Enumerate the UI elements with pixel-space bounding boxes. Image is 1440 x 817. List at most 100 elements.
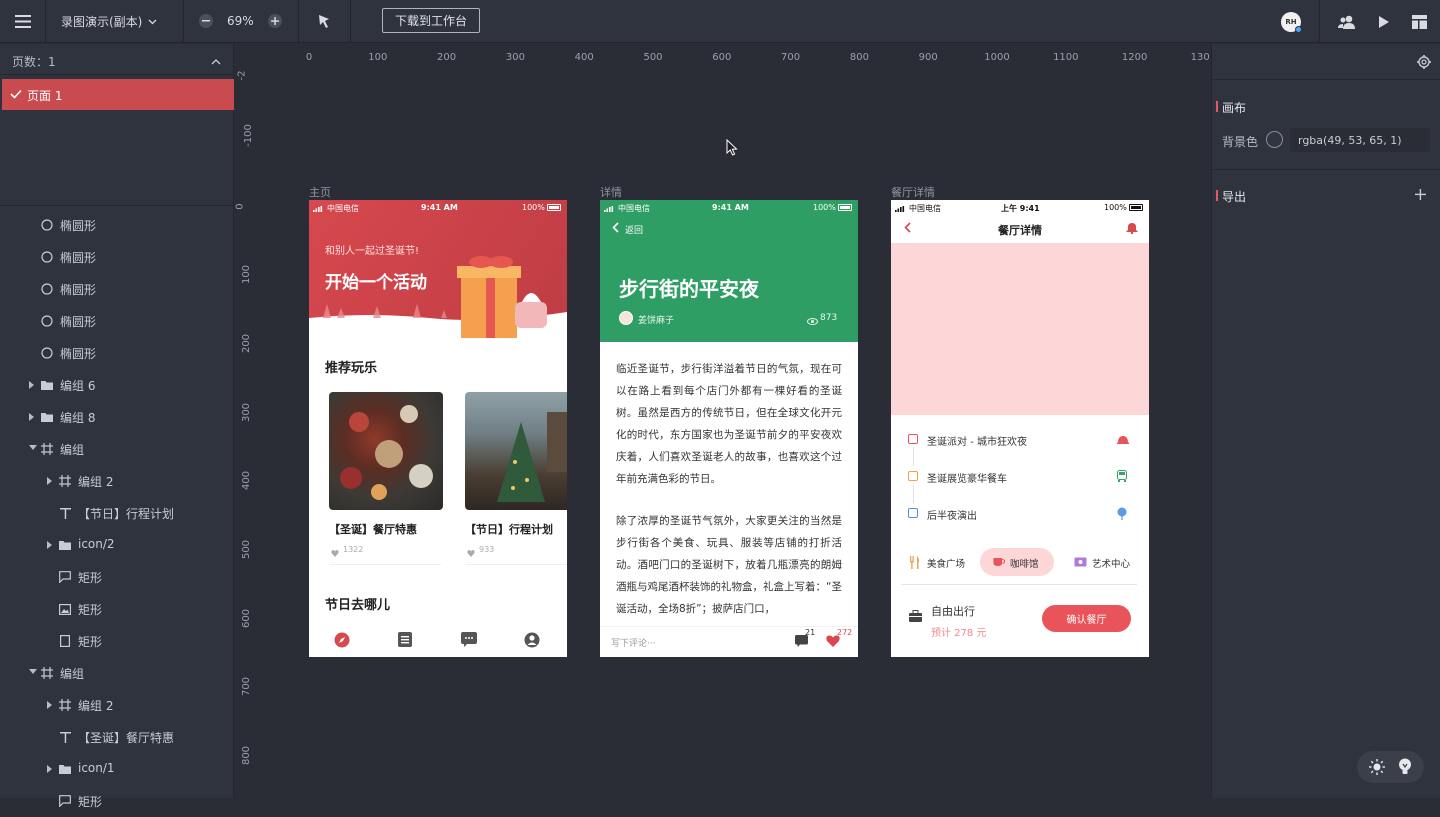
event-list-item[interactable]: 圣诞展览豪华餐车 xyxy=(891,467,1149,503)
sun-theme-icon[interactable] xyxy=(1369,759,1385,778)
user-avatar[interactable]: RH xyxy=(1281,12,1302,33)
layer-item[interactable]: 椭圆形 xyxy=(0,241,234,273)
play-preview-icon[interactable] xyxy=(1374,12,1394,32)
layer-item[interactable]: 编组 6 xyxy=(0,369,234,401)
layer-item[interactable]: 椭圆形 xyxy=(0,209,234,241)
venue-tab[interactable]: 美食广场 xyxy=(909,548,967,576)
ruler-tick-y: 300 xyxy=(241,402,253,423)
avatar-initials: RH xyxy=(1285,18,1297,26)
layout-panel-icon[interactable] xyxy=(1409,12,1429,32)
event-list-item[interactable]: 后半夜演出 xyxy=(891,504,1149,524)
price-estimate: 预计 278 元 xyxy=(931,628,987,639)
ruler-tick-x: 1300 xyxy=(1190,52,1210,63)
ruler-tick-x: 0 xyxy=(305,52,313,63)
page-list: 页面 1 xyxy=(0,76,234,206)
rect-flag-layer-icon xyxy=(58,794,72,808)
online-status-dot xyxy=(1295,26,1302,33)
add-export-icon[interactable] xyxy=(1415,189,1426,203)
list-icon[interactable] xyxy=(398,632,412,650)
card-image xyxy=(465,392,567,510)
page-item-1[interactable]: 页面 1 xyxy=(2,79,234,110)
layer-label: 矩形 xyxy=(78,571,103,585)
layer-item[interactable]: 编组 2 xyxy=(0,689,234,721)
event-list-item[interactable]: 圣诞派对 - 城市狂欢夜 xyxy=(891,430,1149,466)
layer-item[interactable]: 矩形 xyxy=(0,561,234,593)
lightbulb-icon[interactable] xyxy=(1398,758,1412,779)
comment-input[interactable]: 写下评论··· xyxy=(611,636,656,649)
venue-tab[interactable]: 艺术中心 xyxy=(1074,548,1136,576)
layer-item[interactable]: 椭圆形 xyxy=(0,305,234,337)
card-title: 【圣诞】餐厅特惠 xyxy=(329,523,417,536)
expand-caret-down-icon[interactable] xyxy=(29,669,37,674)
expand-caret-right-icon[interactable] xyxy=(29,381,34,389)
checkbox[interactable] xyxy=(908,471,918,481)
zoom-in-button[interactable] xyxy=(268,14,282,28)
expand-caret-right-icon[interactable] xyxy=(47,541,52,549)
page-count-header[interactable]: 页数：1 xyxy=(0,44,233,75)
expand-caret-right-icon[interactable] xyxy=(47,765,52,773)
ellipse-layer-icon xyxy=(40,250,54,264)
settings-gear-icon[interactable] xyxy=(1417,55,1431,72)
color-swatch[interactable] xyxy=(1266,131,1283,148)
zoom-level[interactable]: 69% xyxy=(227,14,254,28)
layer-item[interactable]: 编组 2 xyxy=(0,465,234,497)
layer-item[interactable]: 矩形 xyxy=(0,625,234,657)
layer-item[interactable]: 椭圆形 xyxy=(0,273,234,305)
artboard-label-detail[interactable]: 详情 xyxy=(600,184,622,200)
page-item-label: 页面 1 xyxy=(27,89,63,103)
layer-item[interactable]: icon/2 xyxy=(0,529,234,561)
back-button[interactable]: 返回 xyxy=(612,222,643,236)
ruler-tick-y: 0 xyxy=(235,203,246,210)
message-icon[interactable] xyxy=(461,632,477,650)
layer-item[interactable]: 编组 xyxy=(0,433,234,465)
ruler-tick-y: 100 xyxy=(241,264,253,285)
ellipse-layer-icon xyxy=(40,282,54,296)
chevron-up-icon[interactable] xyxy=(211,54,221,68)
expand-caret-right-icon[interactable] xyxy=(47,701,52,709)
comment-icon[interactable] xyxy=(795,635,808,650)
artboard-restaurant-detail[interactable]: 中国电信 上午 9:41 100% 餐厅详情 圣诞派对 - 城市狂欢夜 圣诞展览豪… xyxy=(891,200,1149,657)
card-holiday-plan[interactable]: 【节日】行程计划 933 xyxy=(465,392,567,567)
layer-item[interactable]: icon/1 xyxy=(0,753,234,785)
pen-tool-icon[interactable] xyxy=(314,11,334,31)
card-restaurant-deal[interactable]: 【圣诞】餐厅特惠 1322 xyxy=(329,392,443,567)
artboard-label-restaurant[interactable]: 餐厅详情 xyxy=(891,184,935,200)
menu-icon[interactable] xyxy=(12,12,34,30)
layer-item[interactable]: 【圣诞】餐厅特惠 xyxy=(0,721,234,753)
venue-tab[interactable]: 咖啡馆 xyxy=(980,548,1054,576)
battery-percent: 100% xyxy=(1104,203,1127,212)
background-color-input[interactable]: rgba(49, 53, 65, 1) xyxy=(1290,128,1430,152)
compass-icon[interactable] xyxy=(334,632,350,651)
home-banner: 中国电信 9:41 AM 100% 和别人一起过圣诞节! 开始一个活动 xyxy=(309,200,567,340)
layer-item[interactable]: 矩形 xyxy=(0,593,234,625)
layer-item[interactable]: 编组 xyxy=(0,657,234,689)
artboard-home[interactable]: 中国电信 9:41 AM 100% 和别人一起过圣诞节! 开始一个活动 推荐玩乐… xyxy=(309,200,567,657)
expand-caret-right-icon[interactable] xyxy=(47,477,52,485)
layer-item[interactable]: 矩形 xyxy=(0,785,234,817)
checkbox[interactable] xyxy=(908,508,918,518)
ruler-tick-x: 1100 xyxy=(1053,52,1079,63)
zoom-out-button[interactable] xyxy=(199,14,213,28)
battery-icon xyxy=(547,204,561,211)
layer-label: 编组 2 xyxy=(78,475,114,489)
artboard-label-home[interactable]: 主页 xyxy=(309,184,331,200)
ruler-tick-y: 500 xyxy=(241,539,253,560)
checkbox[interactable] xyxy=(908,434,918,444)
document-title-dropdown[interactable]: 录图演示(副本) xyxy=(61,13,157,29)
layer-item[interactable]: 椭圆形 xyxy=(0,337,234,369)
frame-layer-icon xyxy=(40,666,54,680)
layer-item[interactable]: 【节日】行程计划 xyxy=(0,497,234,529)
artboard-detail[interactable]: 中国电信 9:41 AM 100% 返回 步行街的平安夜 姜饼麻子 873 临近… xyxy=(600,200,858,657)
layer-item[interactable]: 编组 8 xyxy=(0,401,234,433)
expand-caret-down-icon[interactable] xyxy=(29,445,37,450)
download-to-workspace-button[interactable]: 下载到工作台 xyxy=(382,8,480,33)
banner-title: 开始一个活动 xyxy=(325,273,427,293)
expand-caret-right-icon[interactable] xyxy=(29,413,34,421)
signal-icon xyxy=(604,205,614,214)
folder-layer-icon xyxy=(40,410,54,424)
like-heart-icon[interactable] xyxy=(826,635,840,650)
bell-icon[interactable] xyxy=(1126,222,1138,237)
profile-icon[interactable] xyxy=(524,632,540,651)
confirm-restaurant-button[interactable]: 确认餐厅 xyxy=(1042,605,1131,632)
collaborators-icon[interactable] xyxy=(1337,12,1357,32)
